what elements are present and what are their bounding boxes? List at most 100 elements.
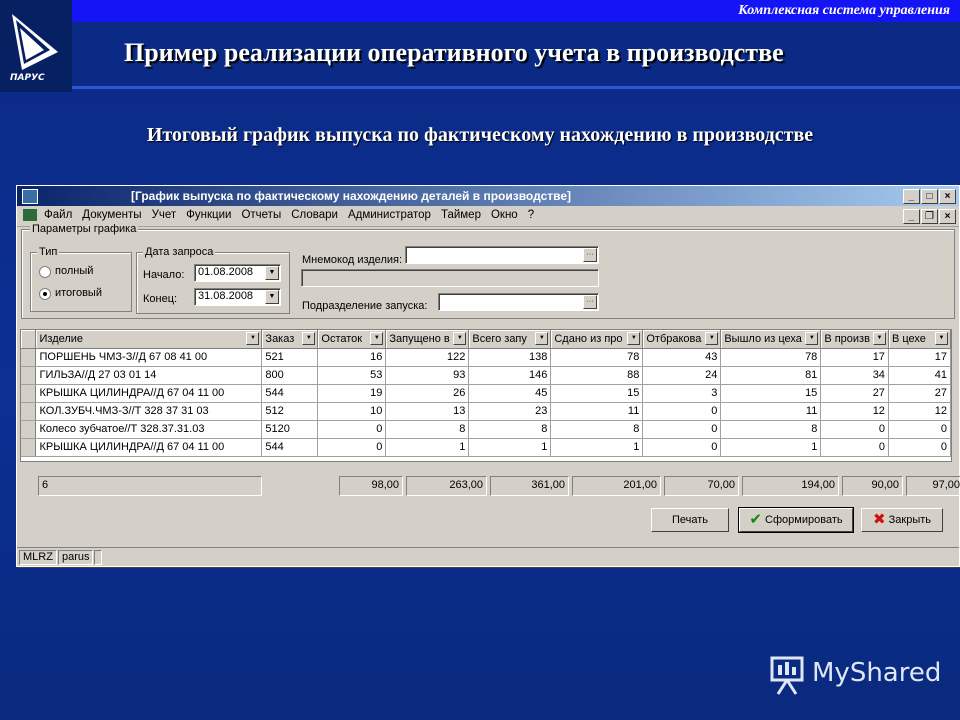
- table-cell[interactable]: 800: [261, 366, 319, 385]
- column-sort-icon[interactable]: ▼: [453, 332, 467, 345]
- table-row[interactable]: КОЛ.ЗУБЧ.ЧМЗ-З//Т 328 37 31 03 512 10 13 23 1…: [21, 402, 951, 421]
- table-cell[interactable]: 81: [720, 366, 822, 385]
- dept-field[interactable]: ···: [438, 293, 599, 311]
- table-row[interactable]: КРЫШКА ЦИЛИНДРА//Д 67 04 11 00 544 19 26 45 1…: [21, 384, 951, 403]
- table-cell[interactable]: 41: [888, 366, 951, 385]
- table-cell[interactable]: 1: [550, 438, 644, 457]
- column-sort-icon[interactable]: ▼: [627, 332, 641, 345]
- menu-dictionaries[interactable]: Словари: [286, 206, 343, 221]
- menu-reports[interactable]: Отчеты: [236, 206, 286, 221]
- column-header-3[interactable]: Запущено в ▼: [385, 330, 470, 349]
- menu-documents[interactable]: Документы: [77, 206, 146, 221]
- table-cell[interactable]: 43: [642, 348, 722, 367]
- column-header-1[interactable]: Заказ ▼: [261, 330, 319, 349]
- app-icon[interactable]: [22, 189, 38, 204]
- table-cell[interactable]: ПОРШЕНЬ ЧМЗ-З//Д 67 08 41 00: [35, 348, 263, 367]
- mnemo-lookup-icon[interactable]: ···: [583, 248, 597, 262]
- table-cell[interactable]: 27: [888, 384, 951, 403]
- table-cell[interactable]: 19: [317, 384, 387, 403]
- table-cell[interactable]: 0: [317, 420, 387, 439]
- table-cell[interactable]: 1: [385, 438, 470, 457]
- table-cell[interactable]: 17: [888, 348, 951, 367]
- menu-admin[interactable]: Администратор: [343, 206, 436, 221]
- table-cell[interactable]: 27: [820, 384, 889, 403]
- table-cell[interactable]: 13: [385, 402, 470, 421]
- table-cell[interactable]: КРЫШКА ЦИЛИНДРА//Д 67 04 11 00: [35, 384, 263, 403]
- document-menu-icon[interactable]: [23, 209, 37, 221]
- table-cell[interactable]: 521: [261, 348, 319, 367]
- row-indicator[interactable]: [21, 438, 37, 457]
- table-cell[interactable]: 15: [720, 384, 822, 403]
- mnemo-field[interactable]: ···: [405, 246, 599, 264]
- table-row[interactable]: ГИЛЬЗА//Д 27 03 01 14 800 53 93 146 88 24 81 34 4…: [21, 366, 951, 385]
- table-row[interactable]: Колесо зубчатое//Т 328.37.31.03 5120 0 8 8 8 0…: [21, 420, 951, 439]
- table-row[interactable]: КРЫШКА ЦИЛИНДРА//Д 67 04 11 00 544 0 1 1 1 0 1 0…: [21, 438, 951, 457]
- column-sort-icon[interactable]: ▼: [872, 332, 886, 345]
- table-cell[interactable]: 544: [261, 384, 319, 403]
- table-cell[interactable]: 0: [642, 402, 722, 421]
- menu-file[interactable]: Файл: [39, 206, 77, 221]
- table-cell[interactable]: 17: [820, 348, 889, 367]
- table-cell[interactable]: 23: [468, 402, 552, 421]
- close-button[interactable]: ✖ Закрыть: [861, 508, 943, 532]
- type-full-label[interactable]: полный: [55, 265, 93, 277]
- table-cell[interactable]: 0: [888, 420, 951, 439]
- type-total-radio[interactable]: [39, 288, 51, 300]
- child-restore-button[interactable]: ❐: [921, 209, 938, 224]
- column-header-5[interactable]: Сдано из про ▼: [550, 330, 644, 349]
- column-header-7[interactable]: Вышло из цеха ▼: [720, 330, 822, 349]
- table-row[interactable]: ПОРШЕНЬ ЧМЗ-З//Д 67 08 41 00 521 16 122 138 7…: [21, 348, 951, 367]
- menu-help[interactable]: ?: [523, 206, 539, 221]
- table-cell[interactable]: 544: [261, 438, 319, 457]
- maximize-button[interactable]: □: [921, 189, 938, 204]
- menu-functions[interactable]: Функции: [181, 206, 236, 221]
- table-cell[interactable]: 0: [820, 420, 889, 439]
- row-indicator[interactable]: [21, 384, 37, 403]
- table-cell[interactable]: 0: [642, 438, 722, 457]
- table-cell[interactable]: 138: [468, 348, 552, 367]
- table-cell[interactable]: 146: [468, 366, 552, 385]
- print-button[interactable]: Печать: [651, 508, 729, 532]
- column-header-8[interactable]: В произв ▼: [820, 330, 889, 349]
- row-indicator[interactable]: [21, 402, 37, 421]
- table-cell[interactable]: 10: [317, 402, 387, 421]
- window-titlebar[interactable]: [График выпуска по фактическому нахожден…: [17, 186, 959, 206]
- table-cell[interactable]: 24: [642, 366, 722, 385]
- table-cell[interactable]: ГИЛЬЗА//Д 27 03 01 14: [35, 366, 263, 385]
- table-cell[interactable]: 0: [317, 438, 387, 457]
- column-sort-icon[interactable]: ▼: [535, 332, 549, 345]
- table-cell[interactable]: КОЛ.ЗУБЧ.ЧМЗ-З//Т 328 37 31 03: [35, 402, 263, 421]
- column-header-9[interactable]: В цехе ▼: [888, 330, 951, 349]
- table-cell[interactable]: 3: [642, 384, 722, 403]
- type-total-label[interactable]: итоговый: [55, 287, 102, 299]
- table-cell[interactable]: Колесо зубчатое//Т 328.37.31.03: [35, 420, 263, 439]
- child-minimize-button[interactable]: _: [903, 209, 920, 224]
- type-full-radio[interactable]: [39, 266, 51, 278]
- start-date-field[interactable]: 01.08.2008 ▼: [194, 264, 281, 282]
- menu-timer[interactable]: Таймер: [436, 206, 486, 221]
- table-cell[interactable]: 0: [642, 420, 722, 439]
- table-cell[interactable]: 0: [820, 438, 889, 457]
- column-sort-icon[interactable]: ▼: [805, 332, 819, 345]
- column-header-4[interactable]: Всего запу ▼: [468, 330, 552, 349]
- table-cell[interactable]: 34: [820, 366, 889, 385]
- table-cell[interactable]: 53: [317, 366, 387, 385]
- column-sort-icon[interactable]: ▼: [370, 332, 384, 345]
- row-indicator[interactable]: [21, 348, 37, 367]
- column-sort-icon[interactable]: ▼: [705, 332, 719, 345]
- menu-accounting[interactable]: Учет: [147, 206, 182, 221]
- table-cell[interactable]: 512: [261, 402, 319, 421]
- table-cell[interactable]: 12: [888, 402, 951, 421]
- table-cell[interactable]: 8: [385, 420, 470, 439]
- end-date-dropdown-icon[interactable]: ▼: [265, 290, 279, 304]
- table-cell[interactable]: 15: [550, 384, 644, 403]
- dept-lookup-icon[interactable]: ···: [583, 295, 597, 309]
- column-header-0[interactable]: Изделие ▼: [35, 330, 263, 349]
- column-header-2[interactable]: Остаток ▼: [317, 330, 387, 349]
- table-cell[interactable]: 12: [820, 402, 889, 421]
- table-cell[interactable]: 8: [550, 420, 644, 439]
- column-sort-icon[interactable]: ▼: [302, 332, 316, 345]
- table-cell[interactable]: КРЫШКА ЦИЛИНДРА//Д 67 04 11 00: [35, 438, 263, 457]
- child-close-button[interactable]: ×: [939, 209, 956, 224]
- table-cell[interactable]: 0: [888, 438, 951, 457]
